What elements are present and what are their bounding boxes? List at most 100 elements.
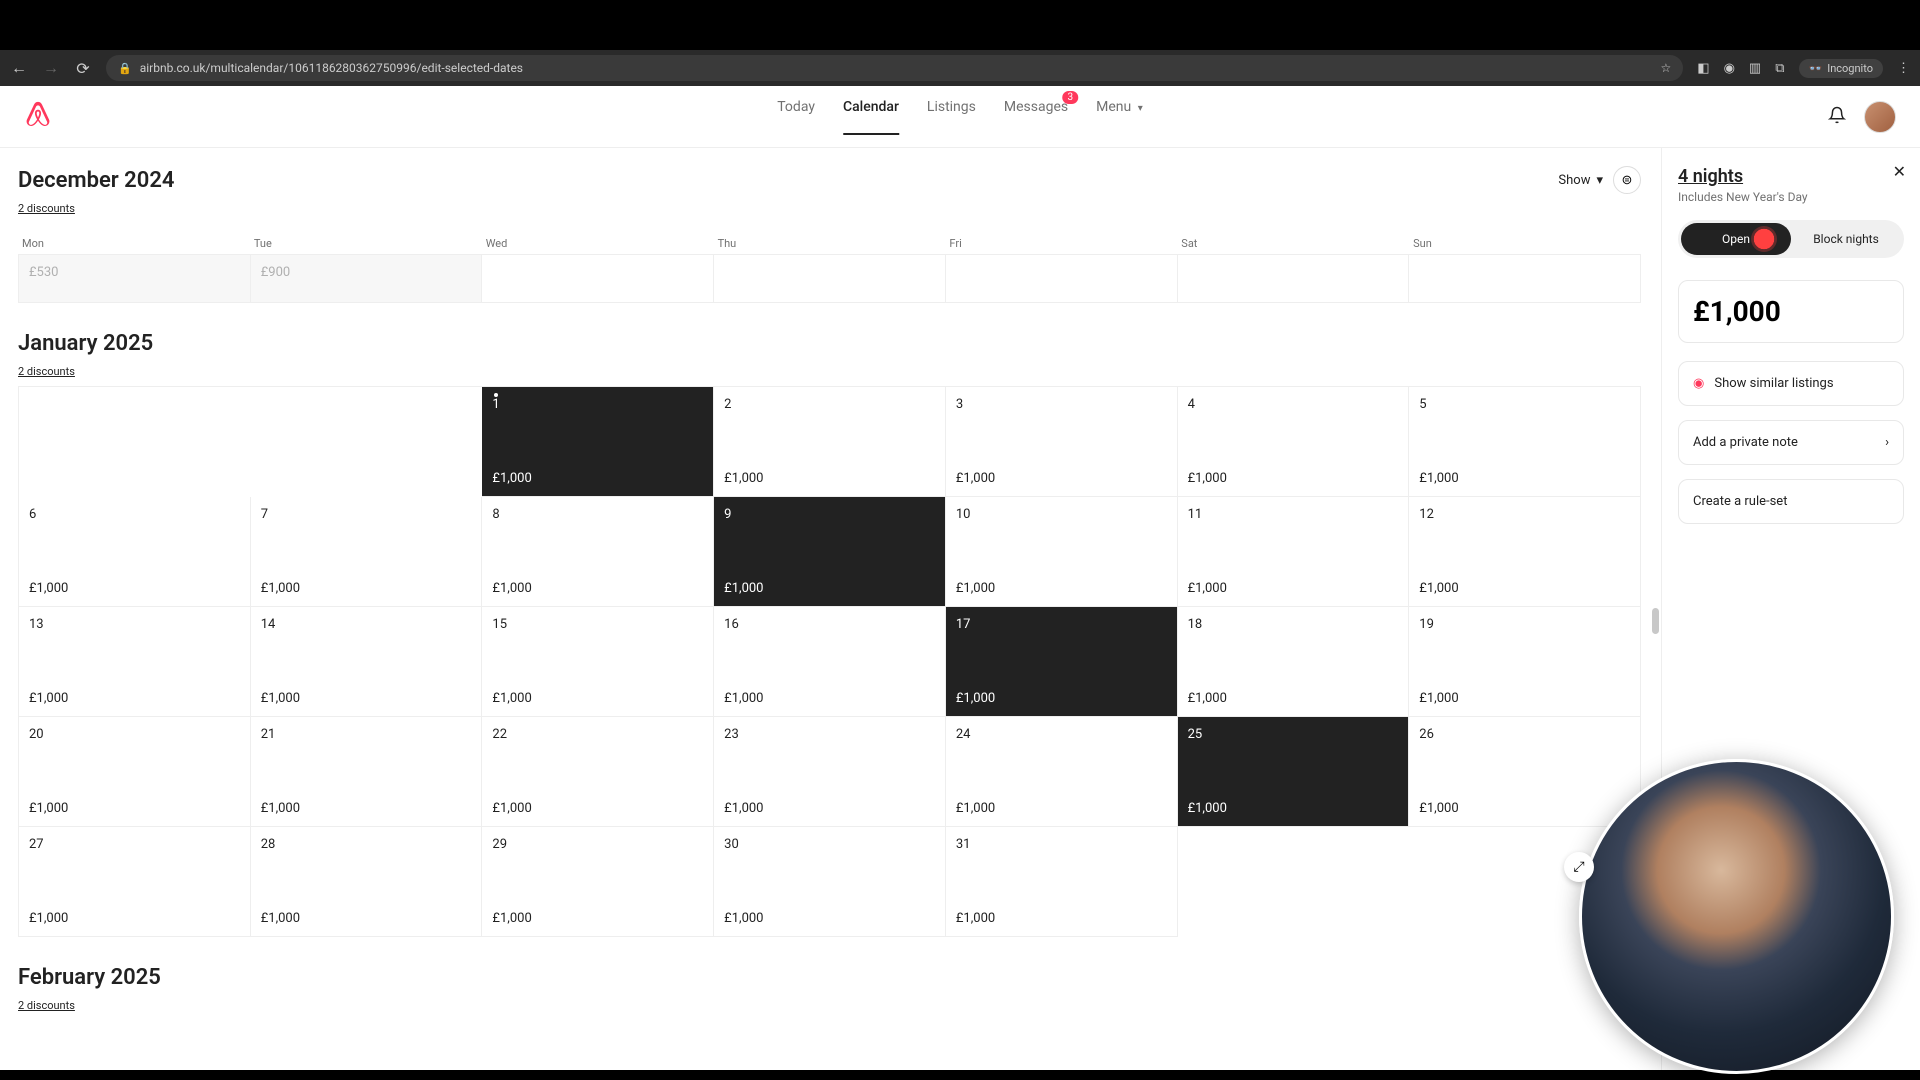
address-bar[interactable]: 🔒 airbnb.co.uk/multicalendar/10611862803…: [106, 55, 1683, 81]
cell-price: £1,000: [724, 801, 935, 816]
star-icon[interactable]: ☆: [1661, 61, 1672, 75]
browser-toolbar: ← → ⟳ 🔒 airbnb.co.uk/multicalendar/10611…: [0, 50, 1920, 86]
calendar-cell[interactable]: £900: [251, 255, 483, 303]
nav-menu[interactable]: Menu ▾: [1096, 99, 1143, 135]
calendar-cell[interactable]: 15£1,000: [482, 607, 714, 717]
forward-button[interactable]: →: [42, 59, 60, 77]
calendar-cell[interactable]: 9 £1,000: [714, 497, 946, 607]
ext-icon-2[interactable]: ◉: [1724, 61, 1735, 76]
calendar-cell[interactable]: [1409, 255, 1641, 303]
toggle-open[interactable]: Open: [1681, 223, 1791, 255]
calendar-cell[interactable]: 26£1,000: [1409, 717, 1641, 827]
calendar-cell[interactable]: 8£1,000: [482, 497, 714, 607]
add-private-note[interactable]: Add a private note ›: [1678, 420, 1904, 465]
calendar-cell[interactable]: 3£1,000: [946, 387, 1178, 497]
calendar-grid-dec: £530 £900: [18, 254, 1641, 303]
webcam-control-icon[interactable]: ⤢: [1564, 852, 1594, 882]
calendar-cell[interactable]: 1£1,000: [482, 387, 714, 497]
cell-day: 4: [1188, 397, 1399, 412]
calendar-cell[interactable]: [714, 255, 946, 303]
month-december: December 2024 2 discounts MonTueWedThuFr…: [18, 168, 1661, 303]
month-title: February 2025: [18, 965, 1661, 990]
calendar-cell[interactable]: 22£1,000: [482, 717, 714, 827]
cell-price: £900: [261, 265, 472, 280]
calendar-cell[interactable]: 10£1,000: [946, 497, 1178, 607]
weekday-header: MonTueWedThuFriSatSun: [18, 233, 1661, 254]
calendar-cell[interactable]: 13£1,000: [19, 607, 251, 717]
calendar-cell[interactable]: 24£1,000: [946, 717, 1178, 827]
cell-day: 17: [956, 617, 1167, 632]
airbnb-logo[interactable]: [24, 101, 52, 133]
calendar-cell[interactable]: 25£1,000: [1178, 717, 1410, 827]
avatar[interactable]: [1864, 101, 1896, 133]
cell-day: 8: [492, 507, 703, 522]
calendar-cell[interactable]: 14£1,000: [251, 607, 483, 717]
calendar-cell[interactable]: 5£1,000: [1409, 387, 1641, 497]
calendar-cell[interactable]: 19£1,000: [1409, 607, 1641, 717]
calendar-cell[interactable]: 21£1,000: [251, 717, 483, 827]
ext-icon-3[interactable]: ▥: [1749, 61, 1761, 76]
calendar-cell[interactable]: 28£1,000: [251, 827, 483, 937]
chevron-down-icon: ▾: [1596, 173, 1603, 188]
cell-day: 22: [492, 727, 703, 742]
discounts-link[interactable]: 2 discounts: [18, 365, 75, 378]
calendar-cell[interactable]: 27£1,000: [19, 827, 251, 937]
calendar-cell[interactable]: £530: [19, 255, 251, 303]
cell-price: £1,000: [724, 581, 935, 596]
cell-price: £1,000: [1419, 801, 1630, 816]
nav-calendar[interactable]: Calendar: [843, 99, 899, 135]
month-february: February 2025 2 discounts: [18, 965, 1661, 1020]
calendar-cell[interactable]: [1178, 255, 1410, 303]
cell-day: 7: [261, 507, 472, 522]
calendar-cell[interactable]: 12£1,000: [1409, 497, 1641, 607]
price-display[interactable]: £1,000: [1678, 280, 1904, 343]
calendar-cell[interactable]: 4 £1,000: [1178, 387, 1410, 497]
calendar-cell[interactable]: [946, 255, 1178, 303]
calendar-cell[interactable]: 29£1,000: [482, 827, 714, 937]
nav-today[interactable]: Today: [777, 99, 815, 135]
reload-button[interactable]: ⟳: [74, 59, 92, 77]
scrollbar-thumb[interactable]: [1652, 608, 1659, 634]
toggle-block[interactable]: Block nights: [1791, 223, 1901, 255]
cell-price: £1,000: [1188, 471, 1399, 486]
discounts-link[interactable]: 2 discounts: [18, 202, 75, 215]
calendar-cell[interactable]: [482, 255, 714, 303]
nav-listings[interactable]: Listings: [927, 99, 976, 135]
weekday-label: Tue: [250, 233, 482, 254]
calendar-cell[interactable]: 17£1,000: [946, 607, 1178, 717]
back-button[interactable]: ←: [10, 59, 28, 77]
cell-price: £1,000: [1188, 691, 1399, 706]
calendar-cell[interactable]: 7£1,000: [251, 497, 483, 607]
ext-icon-4[interactable]: ⧉: [1775, 61, 1784, 76]
close-icon[interactable]: ✕: [1893, 162, 1906, 181]
cell-price: £1,000: [261, 801, 472, 816]
discounts-link[interactable]: 2 discounts: [18, 999, 75, 1012]
calendar-cell[interactable]: 20£1,000: [19, 717, 251, 827]
calendar-cell[interactable]: 16£1,000: [714, 607, 946, 717]
cell-day: 1: [492, 397, 703, 412]
calendar-cell[interactable]: 18£1,000: [1178, 607, 1410, 717]
calendar-cell[interactable]: 11£1,000: [1178, 497, 1410, 607]
calendar-cell[interactable]: 6£1,000: [19, 497, 251, 607]
show-dropdown[interactable]: Show ▾: [1558, 173, 1603, 188]
menu-icon[interactable]: ⋮: [1897, 61, 1910, 76]
show-similar-listings[interactable]: ◉ Show similar listings: [1678, 361, 1904, 406]
cell-price: £1,000: [492, 911, 703, 926]
weekday-label: Thu: [714, 233, 946, 254]
calendar-cell[interactable]: 23£1,000: [714, 717, 946, 827]
cell-price: £1,000: [724, 471, 935, 486]
calendar-cell[interactable]: 2 £1,000: [714, 387, 946, 497]
cell-day: 9: [724, 507, 935, 522]
ext-icon-1[interactable]: ◧: [1697, 61, 1709, 76]
create-rule-set[interactable]: Create a rule-set: [1678, 479, 1904, 524]
nav-messages[interactable]: Messages 3: [1004, 99, 1068, 135]
bell-icon[interactable]: [1828, 106, 1846, 128]
month-title: January 2025: [18, 331, 1661, 356]
incognito-icon: 👓: [1809, 62, 1823, 75]
calendar-cell[interactable]: 31£1,000: [946, 827, 1178, 937]
cell-day: 2: [724, 397, 935, 412]
cell-day: 12: [1419, 507, 1630, 522]
calendar-cell[interactable]: 30£1,000: [714, 827, 946, 937]
settings-icon[interactable]: ⊜: [1613, 166, 1641, 194]
cell-price: £1,000: [1188, 581, 1399, 596]
